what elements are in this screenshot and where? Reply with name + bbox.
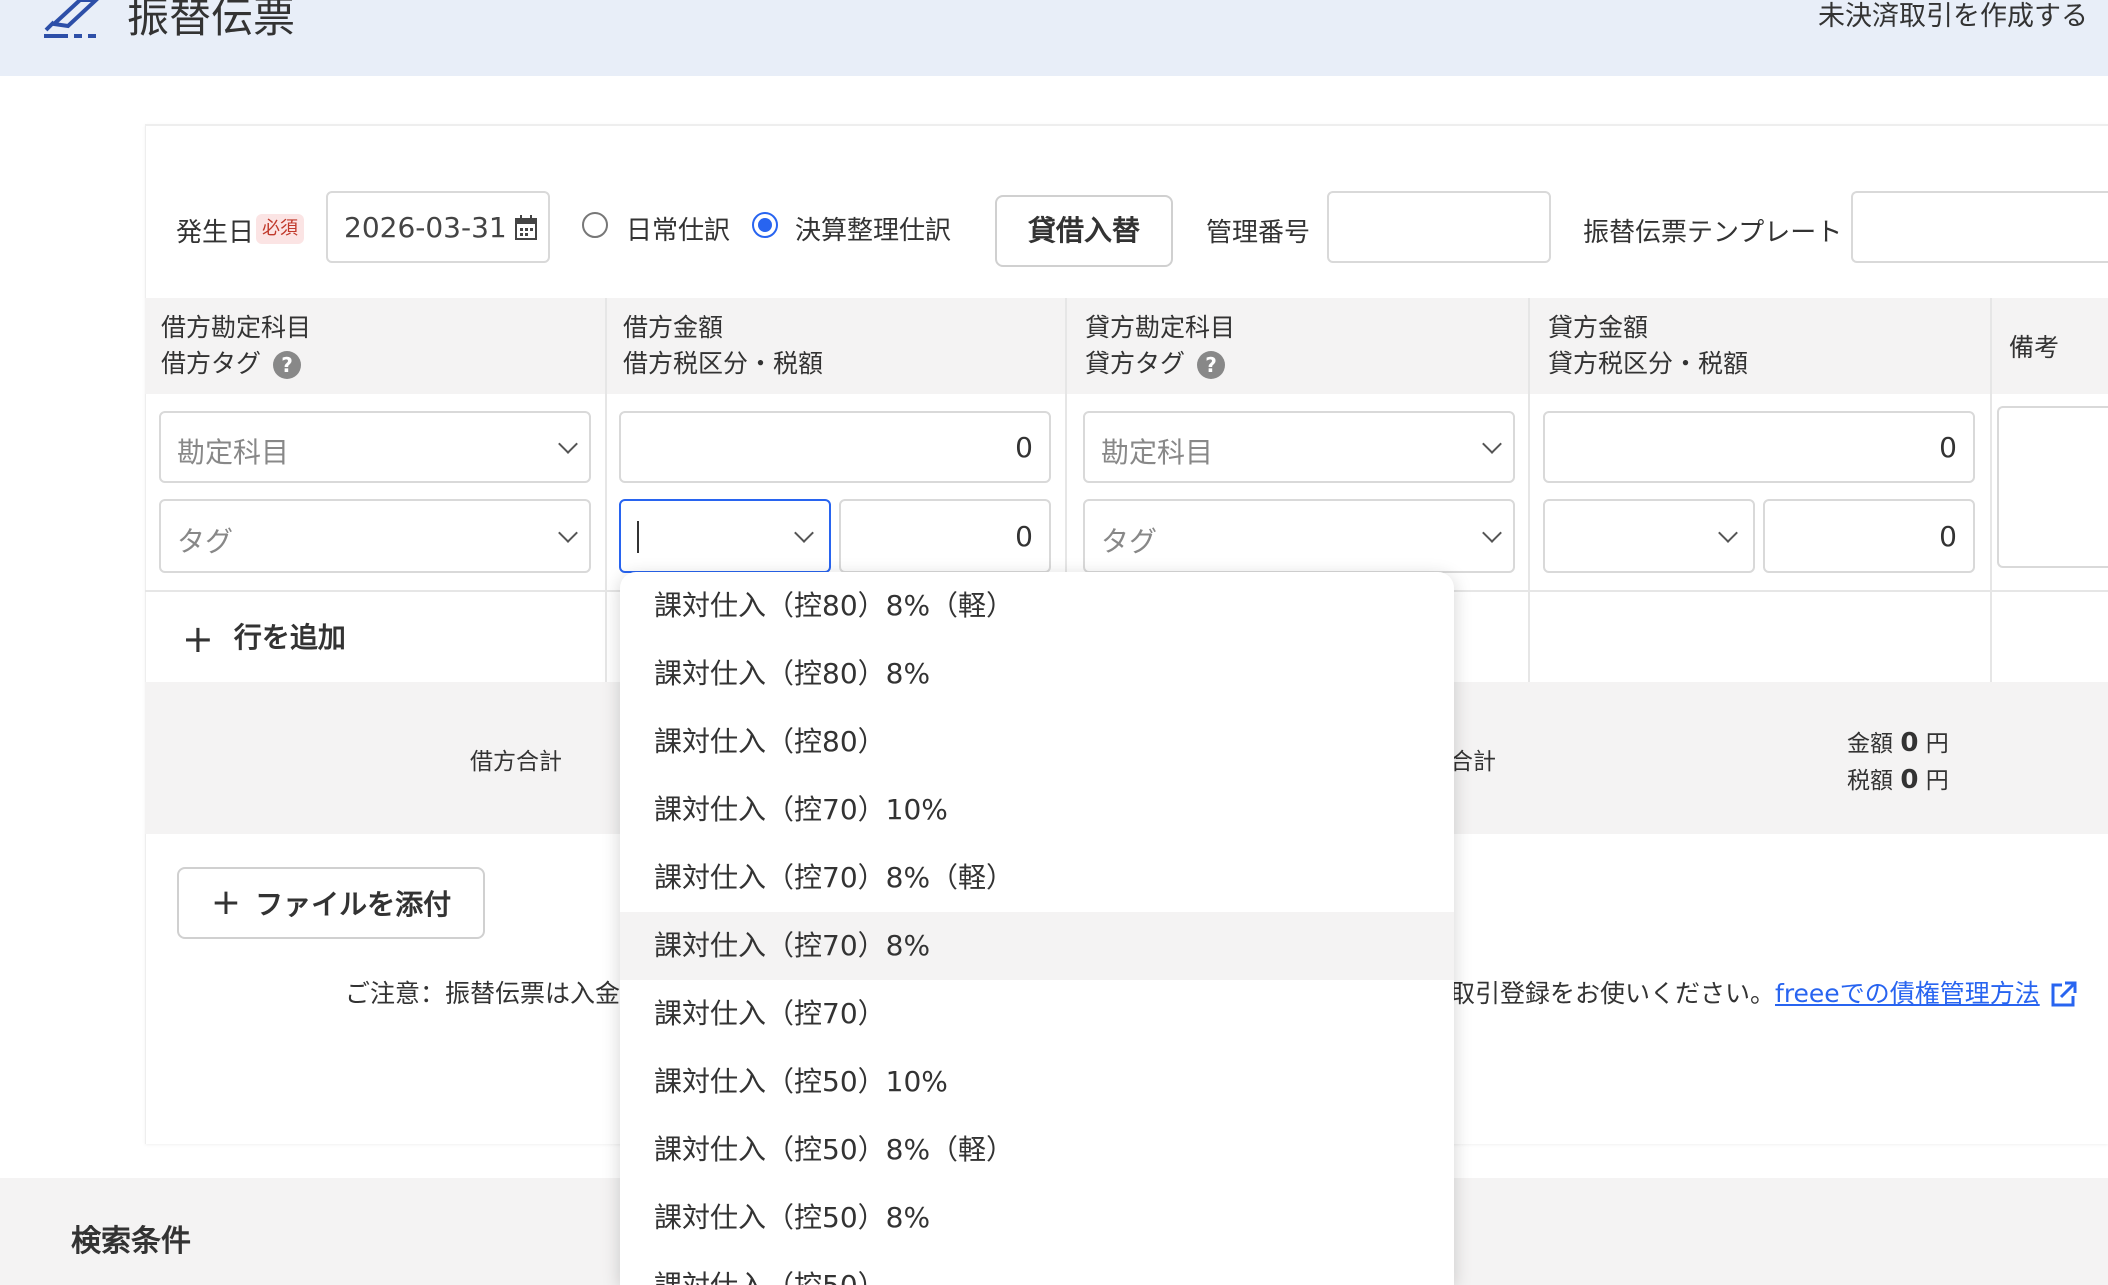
header-credit-account: 貸方勘定科目 [1085, 313, 1236, 342]
header-debit-tag: 借方タグ? [161, 346, 302, 382]
date-input[interactable]: 2026-03-31 [326, 191, 550, 263]
external-link-icon[interactable] [2048, 980, 2078, 1010]
chevron-down-icon [558, 523, 578, 543]
management-no-input[interactable] [1327, 191, 1551, 263]
chevron-down-icon [1482, 523, 1502, 543]
dropdown-option[interactable]: 課対仕入（控80） [620, 708, 1454, 776]
date-label: 発生日 [176, 218, 255, 248]
credit-total-tax: 税額 0 円 [1847, 765, 1949, 795]
dropdown-option[interactable]: 課対仕入（控70）10% [620, 776, 1454, 844]
chevron-down-icon [1718, 523, 1738, 543]
debit-tax-select[interactable] [619, 499, 831, 573]
receivables-help-link[interactable]: freeeでの債権管理方法 [1775, 979, 2040, 1008]
create-unsettled-link[interactable]: 未決済取引を作成する [1818, 0, 2088, 34]
notice-text-start: ご注意：振替伝票は入金 [345, 979, 621, 1008]
template-label: 振替伝票テンプレート [1583, 218, 1843, 248]
dropdown-option-highlighted[interactable]: 課対仕入（控70）8% [620, 912, 1454, 980]
journal-edit-icon [44, 0, 99, 38]
debit-account-select[interactable]: 勘定科目 [159, 411, 591, 483]
memo-input[interactable] [1997, 406, 2108, 568]
help-icon[interactable]: ? [273, 351, 302, 379]
calendar-icon[interactable] [514, 215, 538, 241]
radio-closing-label[interactable]: 決算整理仕訳 [795, 210, 951, 247]
chevron-down-icon [794, 523, 814, 543]
tax-category-dropdown: 課対仕入（控80）8%（軽） 課対仕入（控80）8% 課対仕入（控80） 課対仕… [620, 572, 1454, 1285]
header-credit-tag: 貸方タグ? [1085, 346, 1226, 382]
header-memo: 備考 [2009, 333, 2060, 362]
page-title: 振替伝票 [127, 0, 296, 42]
radio-daily-label[interactable]: 日常仕訳 [626, 210, 730, 247]
credit-tag-select[interactable]: タグ [1083, 499, 1515, 573]
plus-icon: + [182, 617, 214, 661]
chevron-down-icon [1482, 434, 1502, 454]
credit-tax-select[interactable] [1543, 499, 1755, 573]
attach-file-button[interactable]: + ファイルを添付 [177, 867, 485, 939]
dropdown-option[interactable]: 課対仕入（控50）8%（軽） [620, 1116, 1454, 1184]
header-debit-account: 借方勘定科目 [161, 313, 312, 342]
header-debit-tax: 借方税区分・税額 [623, 349, 824, 378]
management-no-label: 管理番号 [1206, 218, 1311, 248]
chevron-down-icon [558, 434, 578, 454]
header-credit-amount: 貸方金額 [1548, 313, 1649, 342]
help-icon[interactable]: ? [1197, 351, 1226, 379]
template-select[interactable] [1851, 191, 2108, 263]
credit-tax-amount-input[interactable]: 0 [1763, 499, 1975, 573]
column-divider [605, 298, 607, 682]
header-debit-amount: 借方金額 [623, 313, 724, 342]
dropdown-option[interactable]: 課対仕入（控50）10% [620, 1048, 1454, 1116]
credit-total-label: 合計 [1450, 749, 1496, 775]
add-row-button[interactable]: + 行を追加 [182, 617, 346, 661]
radio-daily[interactable] [582, 212, 608, 238]
credit-amount-input[interactable]: 0 [1543, 411, 1975, 483]
swap-debit-credit-button[interactable]: 貸借入替 [995, 195, 1173, 267]
credit-total-amount: 金額 0 円 [1847, 728, 1949, 758]
debit-tag-select[interactable]: タグ [159, 499, 591, 573]
dropdown-option[interactable]: 課対仕入（控70）8%（軽） [620, 844, 1454, 912]
dropdown-option[interactable]: 課対仕入（控50）8% [620, 1184, 1454, 1252]
notice-text-end: 取引登録をお使いください。freeeでの債権管理方法 [1450, 974, 2078, 1010]
text-cursor [637, 521, 639, 553]
debit-tax-amount-input[interactable]: 0 [839, 499, 1051, 573]
required-badge: 必須 [256, 214, 304, 244]
dropdown-option[interactable]: 課対仕入（控50） [620, 1252, 1454, 1285]
debit-total-label: 借方合計 [470, 749, 562, 775]
dropdown-option[interactable]: 課対仕入（控80）8% [620, 640, 1454, 708]
credit-account-select[interactable]: 勘定科目 [1083, 411, 1515, 483]
debit-amount-input[interactable]: 0 [619, 411, 1051, 483]
header-credit-tax: 貸方税区分・税額 [1548, 349, 1749, 378]
dropdown-option[interactable]: 課対仕入（控70） [620, 980, 1454, 1048]
plus-icon: + [210, 882, 242, 923]
page-header: 振替伝票 未決済取引を作成する [0, 0, 2108, 76]
dropdown-option[interactable]: 課対仕入（控80）8%（軽） [620, 572, 1454, 640]
radio-closing[interactable] [752, 212, 778, 238]
search-title: 検索条件 [71, 1224, 191, 1259]
